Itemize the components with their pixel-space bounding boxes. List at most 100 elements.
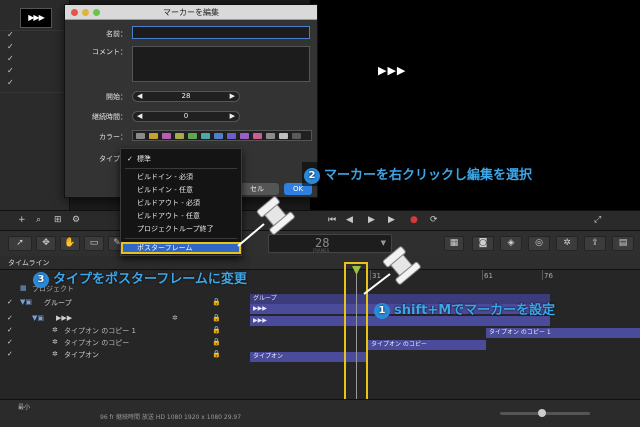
loop-icon[interactable]: ⟳ [430, 215, 438, 225]
shape-tool-icon[interactable]: ▭ [84, 236, 104, 251]
pushpin-icon [237, 196, 295, 247]
menu-item[interactable]: プロジェクトループ終了 [121, 223, 241, 235]
layer-check[interactable]: ✓ [7, 298, 13, 306]
color-swatch[interactable] [214, 133, 223, 139]
color-swatch[interactable] [162, 133, 171, 139]
behavior-icon[interactable]: ✲ [172, 314, 178, 322]
pushpin-icon [363, 246, 421, 295]
layer-check[interactable]: ✓ [7, 338, 13, 346]
export-icon[interactable]: ⇪ [584, 236, 606, 251]
color-swatch[interactable] [266, 133, 275, 139]
color-swatch[interactable] [279, 133, 288, 139]
layers-panel: ▶▶▶ ✓ ✓ ✓ ✓ ✓ [0, 0, 70, 210]
add-icon[interactable]: + [18, 215, 26, 225]
color-swatch[interactable] [175, 133, 184, 139]
color-swatch[interactable] [292, 133, 301, 139]
search-icon[interactable]: ⌕ [36, 215, 41, 225]
color-swatch[interactable] [201, 133, 210, 139]
menu-separator [125, 238, 237, 239]
share-icon[interactable]: ▤ [612, 236, 634, 251]
behaviors-icon[interactable]: ◈ [500, 236, 522, 251]
ruler-tick [542, 270, 543, 280]
layer-check[interactable]: ✓ [7, 326, 13, 334]
increment-icon[interactable]: ▶ [230, 112, 235, 120]
settings-icon[interactable]: ⚙ [72, 215, 80, 225]
menu-item[interactable]: ビルドアウト - 必須 [121, 197, 241, 209]
menu-item-poster-frame[interactable]: ポスターフレーム [121, 242, 241, 254]
step-back-icon[interactable]: ◀ [346, 215, 353, 225]
layer-check[interactable]: ✓ [7, 314, 13, 322]
generators-icon[interactable]: ✲ [556, 236, 578, 251]
duration-label: 継続時間： [92, 113, 127, 121]
fullscreen-icon[interactable]: ⤢ [594, 215, 601, 225]
layer-check[interactable]: ✓ [7, 78, 14, 87]
track-bar-behavior[interactable]: タイプオン のコピー 1 [486, 328, 640, 338]
layer-check[interactable]: ✓ [7, 54, 14, 63]
library-icon[interactable]: ▦ [444, 236, 464, 251]
select-tool-icon[interactable]: ➚ [8, 236, 32, 251]
callout-step-1: 1 shift+Mでマーカーを設定 [374, 299, 555, 319]
lock-icon[interactable]: 🔒 [212, 314, 221, 322]
color-swatches[interactable] [132, 130, 312, 141]
timeline-row[interactable]: ✓ ▼▣ ▶▶▶ ✲ 🔒 [0, 314, 250, 326]
behavior-icon: ✲ [52, 350, 58, 358]
color-swatch[interactable] [149, 133, 158, 139]
menu-item[interactable]: 標準 [121, 153, 241, 165]
timeline-row[interactable]: ✓ ✲ タイプオン のコピー 1 🔒 [0, 326, 250, 338]
timeline-layer-list: ▦ プロジェクト ✓ ▼▣ グループ 🔒 ✓ ▼▣ ▶▶▶ ✲ 🔒 ✓ ✲ タイ… [0, 270, 250, 400]
duration-value: 0 [183, 112, 189, 120]
timeline-row[interactable]: ✓ ✲ タイプオン のコピー 🔒 [0, 338, 250, 350]
lock-icon[interactable]: 🔒 [212, 326, 221, 334]
filters-icon[interactable]: ◎ [528, 236, 550, 251]
lock-icon[interactable]: 🔒 [212, 298, 221, 306]
text-layer-icon: ▼▣ [32, 314, 44, 322]
step-forward-icon[interactable]: ▶ [368, 215, 375, 225]
increment-icon[interactable]: ▶ [230, 92, 235, 100]
timeline-title: タイムライン [8, 259, 50, 267]
camera-icon[interactable]: ◙ [472, 236, 494, 251]
color-swatch[interactable] [253, 133, 262, 139]
comment-input[interactable] [132, 46, 310, 82]
name-input[interactable] [132, 26, 310, 39]
layer-check[interactable]: ✓ [7, 30, 14, 39]
duration-stepper[interactable]: ◀ 0 ▶ [132, 111, 240, 122]
step-number: 3 [33, 272, 49, 288]
name-label: 名前： [106, 30, 127, 38]
play-icon[interactable]: ▶ [388, 215, 395, 225]
layer-thumbnail[interactable]: ▶▶▶ [20, 8, 52, 28]
layer-check[interactable]: ✓ [7, 350, 13, 358]
canvas-text: ▶▶▶ [378, 64, 407, 77]
dialog-title: マーカーを編集 [163, 8, 219, 17]
timeline-row[interactable]: ✓ ✲ タイプオン 🔒 [0, 350, 250, 362]
project-icon: ▦ [20, 284, 27, 292]
callout-step-3: 3 タイプをポスターフレームに変更 [33, 268, 247, 288]
grid-icon[interactable]: ⊞ [54, 215, 62, 225]
timeline-row[interactable]: ✓ ▼▣ グループ 🔒 [0, 298, 250, 310]
pan-tool-icon[interactable]: ✋ [60, 236, 80, 251]
comment-label: コメント： [92, 48, 127, 56]
status-bar: 最小 96 fr 継続時間 放送 HD 1080 1920 x 1080 29.… [0, 399, 640, 427]
skip-back-icon[interactable]: ⏮ [328, 215, 336, 225]
step-number: 1 [374, 303, 390, 319]
menu-item[interactable]: ビルドアウト - 任意 [121, 210, 241, 222]
lock-icon[interactable]: 🔒 [212, 338, 221, 346]
track-bar-behavior[interactable]: タイプオン のコピー [368, 340, 486, 350]
layer-name: ▶▶▶ [56, 314, 73, 322]
color-swatch[interactable] [188, 133, 197, 139]
start-stepper[interactable]: ◀ 28 ▶ [132, 91, 240, 102]
transform-tool-icon[interactable]: ✥ [36, 236, 56, 251]
timeline-ruler[interactable]: 31 61 76 [250, 256, 640, 280]
lock-icon[interactable]: 🔒 [212, 350, 221, 358]
color-swatch[interactable] [240, 133, 249, 139]
menu-separator [125, 168, 237, 169]
ruler-label: 61 [484, 272, 493, 280]
layer-check[interactable]: ✓ [7, 42, 14, 51]
zoom-knob[interactable] [538, 409, 546, 417]
record-icon[interactable]: ● [410, 215, 418, 225]
menu-item[interactable]: ビルドイン - 必須 [121, 171, 241, 183]
layer-check[interactable]: ✓ [7, 66, 14, 75]
color-swatch[interactable] [136, 133, 145, 139]
menu-item[interactable]: ビルドイン - 任意 [121, 184, 241, 196]
status-text: 96 fr 継続時間 放送 HD 1080 1920 x 1080 29.97 [100, 414, 242, 421]
color-swatch[interactable] [227, 133, 236, 139]
